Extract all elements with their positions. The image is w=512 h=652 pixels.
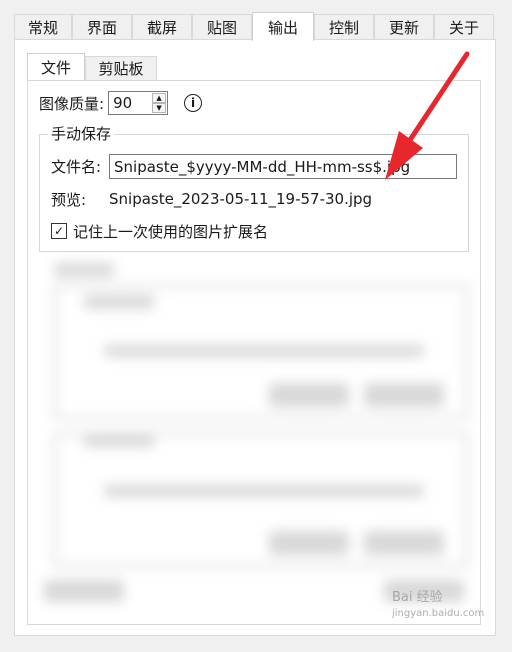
- top-tab-bar: 常规 界面 截屏 贴图 输出 控制 更新 关于: [14, 12, 496, 41]
- tab-label: 文件: [40, 58, 71, 77]
- chevron-up-icon[interactable]: ▲: [152, 93, 167, 103]
- remember-extension-checkbox[interactable]: ✓: [51, 223, 67, 239]
- quality-label: 图像质量:: [39, 94, 105, 113]
- chevron-down-icon[interactable]: ▼: [152, 103, 167, 113]
- tab-update[interactable]: 更新: [374, 14, 434, 40]
- sub-tab-bar: 文件 剪贴板: [27, 53, 157, 81]
- tab-about[interactable]: 关于: [434, 14, 494, 40]
- watermark-brand: Bai 经验: [392, 590, 443, 605]
- tab-label: 常规: [27, 19, 58, 37]
- preview-value: Snipaste_2023-05-11_19-57-30.jpg: [109, 190, 373, 208]
- watermark-url: jingyan.baidu.com: [392, 608, 485, 619]
- quality-spinbox[interactable]: 90 ▲ ▼: [108, 91, 169, 115]
- tab-capture[interactable]: 截屏: [132, 14, 192, 40]
- tab-output[interactable]: 输出: [252, 12, 314, 41]
- tab-file[interactable]: 文件: [27, 53, 85, 80]
- tab-label: 关于: [448, 19, 479, 37]
- checkmark-icon: ✓: [53, 224, 65, 238]
- tab-control[interactable]: 控制: [314, 14, 374, 40]
- tab-label: 输出: [267, 18, 298, 37]
- preview-label: 预览:: [51, 190, 87, 209]
- filename-input[interactable]: Snipaste_$yyyy-MM-dd_HH-mm-ss$.jpg: [109, 154, 457, 179]
- filename-value: Snipaste_$yyyy-MM-dd_HH-mm-ss$.jpg: [114, 157, 411, 176]
- tab-label: 截屏: [146, 19, 177, 37]
- info-icon[interactable]: i: [184, 94, 203, 112]
- filename-row: 文件名: Snipaste_$yyyy-MM-dd_HH-mm-ss$.jpg: [51, 154, 457, 179]
- blurred-settings-area: [24, 255, 492, 620]
- remember-extension-row[interactable]: ✓ 记住上一次使用的图片扩展名: [51, 221, 268, 241]
- tab-interface[interactable]: 界面: [72, 14, 132, 40]
- tab-label: 贴图: [206, 19, 237, 37]
- tab-label: 剪贴板: [98, 60, 144, 78]
- remember-extension-label: 记住上一次使用的图片扩展名: [73, 222, 269, 241]
- tab-label: 界面: [86, 19, 117, 37]
- watermark: Bai 经验 jingyan.baidu.com: [392, 590, 484, 622]
- tab-general[interactable]: 常规: [14, 14, 72, 40]
- quality-row: 图像质量: 90 ▲ ▼ i: [39, 91, 203, 115]
- tab-label: 更新: [388, 19, 419, 37]
- preview-row: 预览: Snipaste_2023-05-11_19-57-30.jpg: [51, 188, 372, 210]
- tab-clipboard[interactable]: 剪贴板: [85, 56, 157, 80]
- tab-pin[interactable]: 贴图: [192, 14, 252, 40]
- manual-save-title: 手动保存: [48, 123, 115, 144]
- quality-spinner: ▲ ▼: [152, 93, 167, 113]
- quality-value: 90: [113, 94, 133, 112]
- tab-label: 控制: [328, 19, 359, 37]
- filename-label: 文件名:: [51, 158, 102, 176]
